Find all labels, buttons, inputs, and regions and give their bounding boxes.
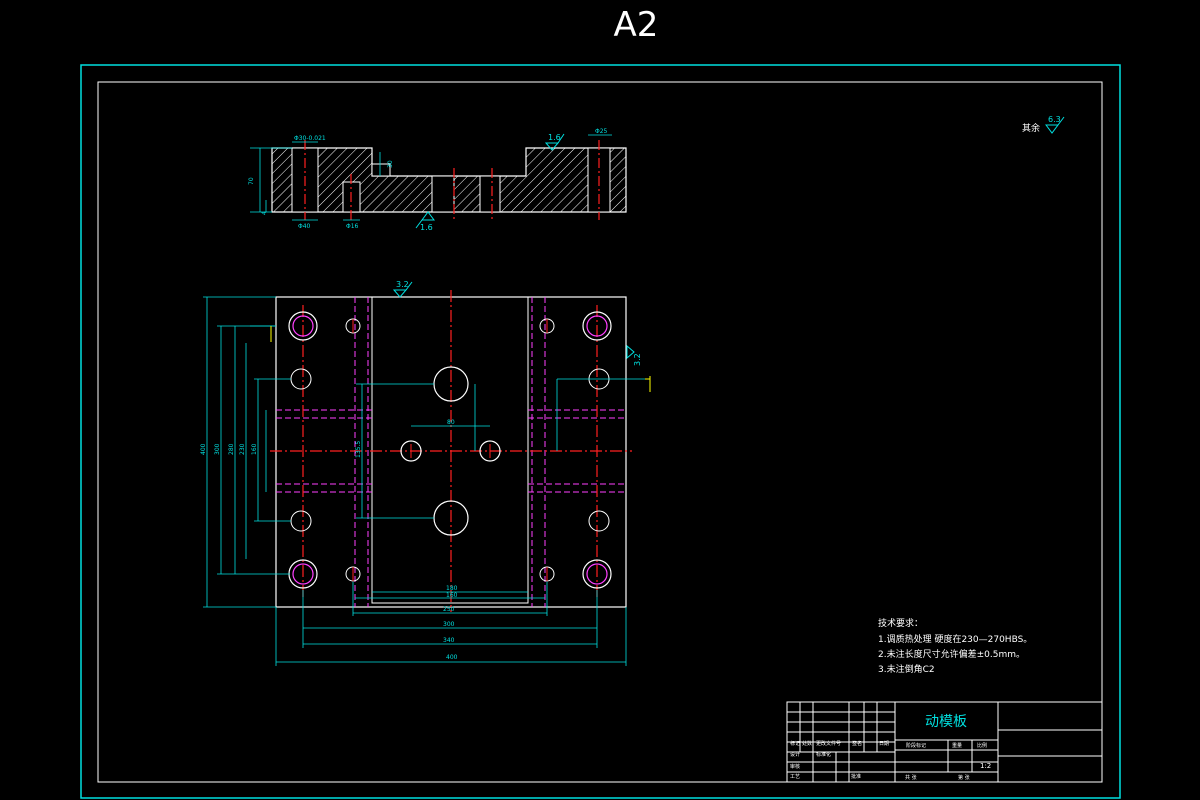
tb-doc: 更改文件号 [816, 740, 841, 747]
tb-weight: 重量 [952, 742, 962, 749]
dim-overall-width: 400 [446, 654, 458, 661]
section-view: Φ30-0.021 Φ25 70 30 Φ40 Φ16 4 1.6 1.6 [248, 128, 627, 232]
dim-v-300: 300 [214, 443, 221, 455]
tech-req-heading: 技术要求： [878, 617, 923, 629]
default-roughness-value: 6.3 [1048, 115, 1061, 124]
dim-small: 4 [261, 211, 268, 215]
dim-pocket-width: 180 [446, 585, 458, 592]
tb-scale-label: 比例 [977, 742, 987, 749]
roughness-bottom-value: 1.6 [420, 223, 433, 232]
tb-mark: 标记 [790, 740, 800, 747]
tb-review: 审核 [790, 763, 800, 770]
dim-bottom-mid: Φ16 [346, 223, 359, 230]
default-roughness: 其余 6.3 [1022, 115, 1065, 134]
dim-bottom-left: Φ40 [298, 223, 311, 230]
sheet-size-label: A2 [614, 5, 659, 45]
roughness-top-value: 1.6 [548, 133, 561, 142]
section-center-bore-2 [479, 175, 501, 213]
section-center-bore [431, 175, 455, 213]
dim-height: 70 [248, 177, 255, 185]
tech-req-item-3: 3.未注倒角C2 [878, 663, 935, 675]
dim-v-overall: 400 [200, 443, 207, 455]
dim-hole-300: 300 [443, 621, 455, 628]
dim-hole-340: 340 [443, 637, 455, 644]
dim-v-160: 160 [251, 443, 258, 455]
tb-sheets: 共 张 [905, 774, 917, 781]
tech-req-item-1: 1.调质热处理 硬度在230—270HBS。 [878, 633, 1032, 645]
technical-requirements: 技术要求： 1.调质热处理 硬度在230—270HBS。 2.未注长度尺寸允许偏… [878, 617, 1032, 675]
dim-right-top: Φ25 [595, 128, 608, 135]
tb-standard: 标准化 [816, 751, 831, 758]
default-roughness-note: 其余 [1022, 122, 1040, 134]
dim-step: 30 [387, 160, 394, 168]
tb-sheet: 第 张 [958, 774, 970, 781]
tb-approve: 批准 [851, 773, 861, 780]
central-pocket [371, 296, 529, 604]
drawing-canvas: A2 其余 6.3 Φ30-0.021 Φ25 70 30 Φ40 Φ16 4 … [80, 5, 1121, 799]
tech-req-item-2: 2.未注长度尺寸允许偏差±0.5mm。 [878, 648, 1025, 660]
title-block-text: 动模板 标记 处数 更改文件号 签名 日期 设计 标准化 审核 工艺 批准 阶段… [790, 714, 991, 781]
dim-hole-250: 250 [443, 606, 455, 613]
tb-process: 工艺 [790, 774, 800, 780]
tb-date: 日期 [879, 741, 889, 747]
dim-v-135: 135.5 [355, 441, 362, 458]
tb-design: 设计 [790, 751, 800, 758]
dim-v-230: 230 [239, 443, 246, 455]
tb-scale: 1:2 [980, 762, 991, 770]
tb-stage: 阶段标记 [906, 742, 926, 749]
drawing-title: 动模板 [925, 714, 967, 730]
dim-sprue-span: 80 [447, 419, 455, 426]
dim-v-280: 280 [228, 443, 235, 455]
roughness-plan-right-value: 3.2 [633, 353, 642, 366]
plan-view: 180 160 250 300 340 400 80 400 300 280 2… [200, 280, 651, 666]
dim-pocket-inner: 160 [446, 592, 458, 599]
tb-sign: 签名 [852, 740, 862, 747]
tb-count: 处数 [802, 740, 812, 747]
dim-left-bore: Φ30-0.021 [294, 135, 326, 142]
roughness-plan-top-value: 3.2 [396, 280, 409, 289]
